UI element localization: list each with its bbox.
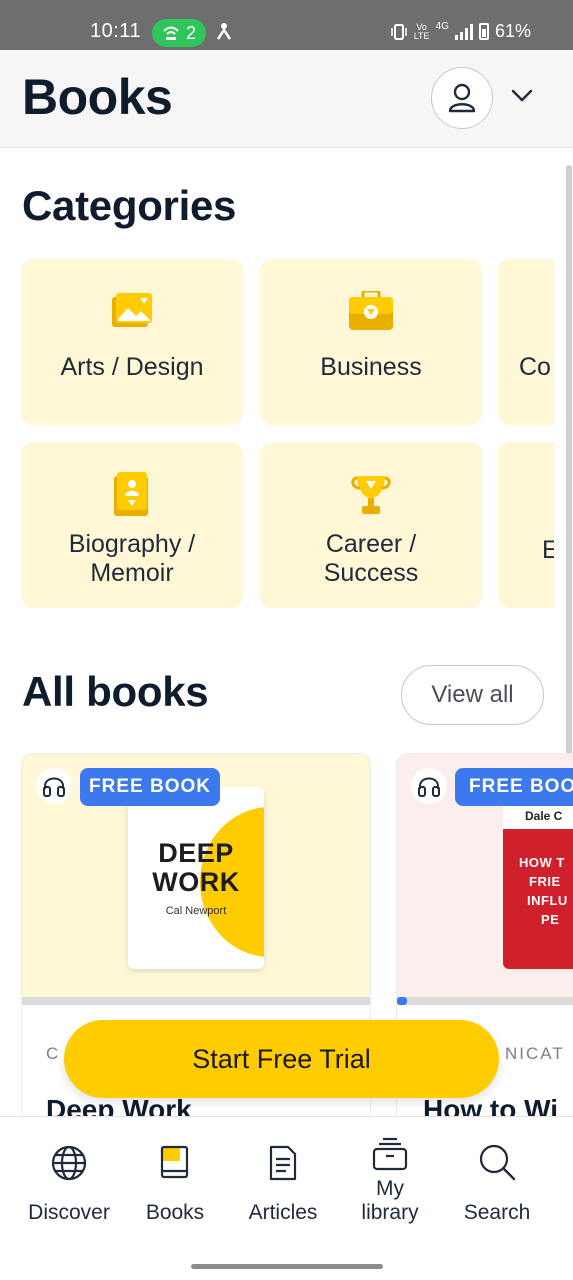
app-header: Books [0, 50, 573, 148]
nav-item-my-library[interactable]: My library [335, 1127, 445, 1225]
category-label: Biography / Memoir [69, 530, 195, 588]
cover-title-line: PE [541, 912, 560, 927]
document-icon [268, 1137, 298, 1181]
category-label: E [542, 536, 554, 564]
nav-label: Discover [28, 1201, 110, 1224]
category-tile-partial[interactable]: E [498, 442, 554, 608]
accessibility-icon [216, 22, 232, 45]
cover-title-line: HOW T [519, 855, 565, 870]
nav-label: Books [145, 1201, 205, 1224]
cover-graphic: HOW T FRIE INFLU PE [503, 829, 573, 969]
battery-icon [478, 23, 489, 40]
cover-author: Cal Newport [165, 905, 227, 917]
nav-label-line: library [361, 1201, 419, 1224]
signal-icon [454, 23, 473, 40]
reading-progress [22, 997, 370, 1005]
cover-author: Dale C [525, 809, 563, 823]
nav-item-articles[interactable]: Articles [228, 1137, 338, 1225]
headphones-icon [43, 777, 65, 797]
nav-label: My library [361, 1177, 418, 1225]
library-icon [372, 1127, 408, 1171]
profile-button[interactable] [431, 67, 493, 129]
book-category: NICAT [505, 1044, 565, 1063]
category-label: Business [320, 353, 422, 381]
category-label-line: Success [323, 559, 419, 587]
volte-label: Vo LTE [413, 21, 430, 41]
nav-item-discover[interactable]: Discover [14, 1137, 124, 1225]
status-right-group: Vo LTE 4G 61% [390, 21, 531, 42]
category-label-line: Memoir [90, 559, 174, 587]
cover-title-line: INFLU [527, 893, 568, 908]
image-icon [112, 289, 152, 333]
start-free-trial-button[interactable]: Start Free Trial [64, 1020, 499, 1098]
progress-fill [397, 997, 407, 1005]
battery-percent: 61% [494, 21, 531, 41]
category-label-line: Biography / [68, 530, 196, 558]
search-icon [478, 1137, 516, 1181]
headphones-icon [418, 777, 440, 797]
book-cover: Dale C HOW T FRIE INFLU PE [503, 799, 573, 969]
page-title: Books [22, 69, 173, 125]
book-category: C [46, 1044, 61, 1063]
all-books-heading: All books [22, 668, 209, 715]
hotspot-indicator: 2 [152, 19, 206, 47]
free-book-badge: FREE BOOK [80, 768, 220, 806]
briefcase-icon [348, 289, 394, 333]
status-time: 10:11 [90, 20, 142, 42]
user-icon [448, 83, 476, 113]
free-book-badge: FREE BOO [455, 768, 573, 806]
trophy-icon [351, 472, 391, 516]
chevron-down-icon [511, 89, 533, 102]
book-cover-area: DEEP WORK Cal Newport FREE BOOK [22, 754, 370, 997]
cover-title-line: WORK [152, 867, 240, 897]
cover-title-line: FRIE [529, 874, 561, 889]
hotspot-icon [163, 26, 179, 40]
nav-item-search[interactable]: Search [442, 1137, 552, 1225]
book-cover: DEEP WORK Cal Newport [128, 787, 264, 969]
reading-progress [397, 997, 573, 1005]
category-tile-career-success[interactable]: Career / Success [260, 442, 482, 608]
status-bar: 10:11 2 Vo LTE 4G 61% [0, 0, 573, 50]
category-tile-arts-design[interactable]: Arts / Design [21, 259, 243, 425]
book-person-icon [114, 472, 150, 516]
category-tile-biography-memoir[interactable]: Biography / Memoir [21, 442, 243, 608]
bottom-nav: Discover Books Articles My library Searc… [0, 1116, 573, 1280]
view-all-button[interactable]: View all [401, 665, 544, 725]
book-cover-area: Dale C HOW T FRIE INFLU PE FREE BOO [397, 754, 573, 997]
profile-menu-toggle[interactable] [508, 82, 536, 110]
hotspot-count: 2 [185, 22, 196, 43]
nav-item-books[interactable]: Books [120, 1137, 230, 1225]
category-label: Co [519, 353, 551, 381]
category-label: Career / Success [324, 530, 418, 588]
nav-label: Articles [248, 1201, 318, 1224]
book-icon [160, 1137, 190, 1181]
vibrate-icon [390, 23, 407, 40]
nav-label-line: My [376, 1177, 404, 1200]
category-tile-business[interactable]: Business [260, 259, 482, 425]
category-label: Arts / Design [60, 353, 204, 381]
cover-title-line: DEEP [158, 838, 234, 868]
audio-badge [36, 768, 72, 804]
nav-label: Search [463, 1201, 531, 1224]
globe-icon [51, 1137, 87, 1181]
network-type: 4G [435, 21, 449, 32]
home-indicator[interactable] [191, 1264, 383, 1269]
categories-heading: Categories [22, 182, 237, 229]
audio-badge [411, 768, 447, 804]
category-label-line: Career / [325, 530, 417, 558]
category-tile-partial[interactable]: Co [498, 259, 554, 425]
